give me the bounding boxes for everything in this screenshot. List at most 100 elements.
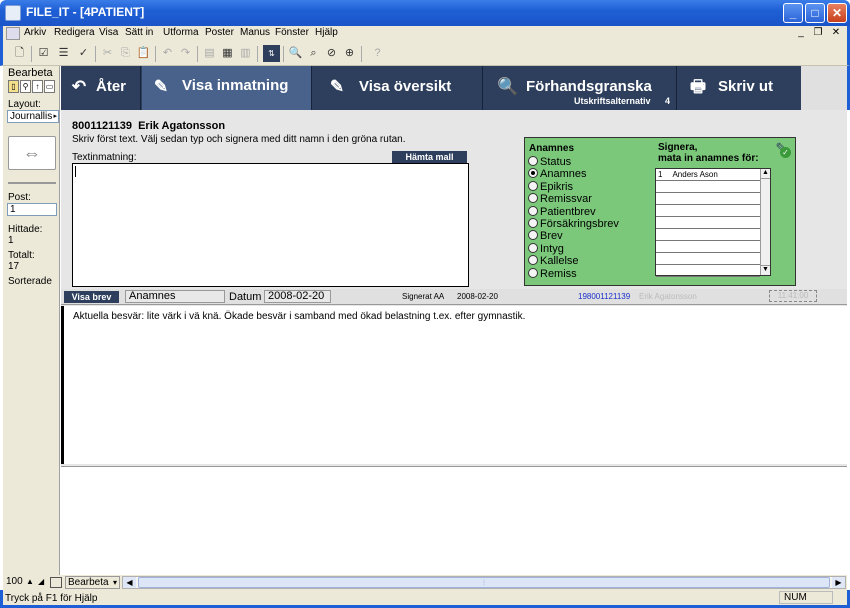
- radio-dot-icon: [528, 218, 538, 228]
- zoom-level[interactable]: 100: [6, 576, 23, 587]
- record-content[interactable]: Aktuella besvär: lite värk i vä knä. Öka…: [61, 306, 847, 464]
- tab-forhandsgranska[interactable]: 🔍 Förhandsgranska Utskriftsalternativ 4: [484, 66, 677, 110]
- undo-icon[interactable]: ↶: [159, 45, 176, 62]
- record-type-field[interactable]: Anamnes: [125, 290, 225, 303]
- scroll-down-icon[interactable]: ▼: [761, 265, 770, 275]
- layout-select[interactable]: Journallis ▸: [7, 110, 59, 123]
- type-radio-remissvar[interactable]: Remissvar: [528, 193, 592, 206]
- signer-row[interactable]: 1 Anders Ason: [656, 169, 760, 181]
- find-all-icon[interactable]: ⌕: [305, 45, 322, 62]
- menu-visa[interactable]: Visa: [99, 27, 118, 38]
- status-toggle-icon[interactable]: [50, 577, 62, 588]
- radio-dot-icon: [528, 193, 538, 204]
- tab-visa-oversikt[interactable]: ✎ Visa översikt: [313, 66, 483, 110]
- check-records-icon[interactable]: ☰: [55, 45, 72, 62]
- content-text: Aktuella besvär: lite värk i vä knä. Öka…: [73, 311, 526, 322]
- find-icon[interactable]: 🔍: [287, 45, 304, 62]
- signer-row[interactable]: [656, 205, 760, 217]
- checkbox-icon[interactable]: ☑: [35, 45, 52, 62]
- scroll-left-icon[interactable]: ◀: [123, 577, 136, 588]
- zoom-in-icon[interactable]: ◢: [38, 577, 48, 588]
- signer-row[interactable]: [656, 229, 760, 241]
- menu-fonster[interactable]: Fönster: [275, 27, 309, 38]
- maximize-button[interactable]: □: [805, 3, 825, 23]
- sign-heading: Signera, mata in anamnes för:: [658, 142, 759, 164]
- layout-mode-icon[interactable]: ↑: [32, 80, 43, 93]
- sort-icon[interactable]: ⇅: [263, 45, 280, 62]
- time-field: 11:41:00: [769, 290, 817, 302]
- menu-poster[interactable]: Poster: [205, 27, 234, 38]
- signer-row[interactable]: [656, 265, 760, 277]
- patient-header: 8001121139 Erik Agatonsson: [72, 120, 226, 132]
- radio-dot-icon: [528, 230, 538, 241]
- paste-icon[interactable]: 📋: [135, 45, 152, 62]
- scroll-up-icon[interactable]: ▲: [761, 169, 770, 179]
- signer-list[interactable]: 1 Anders Ason ▲ ▼: [655, 168, 771, 277]
- minimize-button[interactable]: _: [783, 3, 803, 23]
- cut-icon[interactable]: ✂: [99, 45, 116, 62]
- redo-icon[interactable]: ↷: [177, 45, 194, 62]
- menu-arkiv[interactable]: Arkiv: [24, 27, 46, 38]
- hamta-mall-button[interactable]: Hämta mall: [392, 151, 467, 163]
- mode-popup[interactable]: Bearbeta ▾: [65, 576, 120, 589]
- back-button[interactable]: ↶ Åter: [61, 66, 141, 110]
- type-radio-remiss[interactable]: Remiss: [528, 267, 577, 281]
- document-icon[interactable]: [6, 27, 20, 40]
- help-icon[interactable]: ?: [369, 45, 386, 62]
- record-book-icon[interactable]: ⇔: [8, 136, 56, 170]
- post-label: Post:: [8, 192, 31, 203]
- post-input[interactable]: 1: [7, 203, 57, 216]
- find-mode-icon[interactable]: ⚲: [20, 80, 31, 93]
- type-radio-försäkringsbrev[interactable]: Försäkringsbrev: [528, 218, 619, 231]
- menu-bar: Arkiv Redigera Visa Sätt in Utforma Post…: [0, 26, 850, 42]
- visa-brev-button[interactable]: Visa brev: [64, 291, 119, 303]
- type-radio-anamnes[interactable]: Anamnes: [528, 168, 586, 181]
- new-document-icon[interactable]: 🗋: [11, 45, 28, 62]
- type-radio-status[interactable]: Status: [528, 156, 571, 169]
- type-radio-patientbrev[interactable]: Patientbrev: [528, 205, 596, 219]
- mdi-minimize-icon[interactable]: _: [794, 27, 808, 40]
- record-slider[interactable]: [8, 182, 56, 184]
- browse-mode-icon[interactable]: ▯: [8, 80, 19, 93]
- signer-num: 1: [658, 170, 663, 179]
- new-record-icon[interactable]: ▤: [201, 45, 218, 62]
- scroll-thumb[interactable]: ⦙: [138, 577, 830, 588]
- type-radio-brev[interactable]: Brev: [528, 230, 563, 243]
- mdi-close-icon[interactable]: ✕: [829, 27, 843, 40]
- sign-check-icon[interactable]: ✎✓: [771, 140, 791, 160]
- signer-list-scrollbar[interactable]: ▲ ▼: [760, 169, 770, 275]
- signer-row[interactable]: [656, 241, 760, 253]
- radio-label: Epikris: [540, 180, 574, 193]
- duplicate-record-icon[interactable]: ▦: [219, 45, 236, 62]
- signer-row[interactable]: [656, 181, 760, 193]
- delete-record-icon[interactable]: ▥: [237, 45, 254, 62]
- status-area: Bearbeta ▯ ⚲ ↑ ▭ Layout: Journallis ▸ ⇔ P…: [3, 66, 60, 575]
- radio-dot-icon: [528, 255, 538, 266]
- close-button[interactable]: ✕: [827, 3, 847, 23]
- menu-manus[interactable]: Manus: [240, 27, 270, 38]
- preview-mode-icon[interactable]: ▭: [44, 80, 55, 93]
- menu-redigera[interactable]: Redigera: [54, 27, 95, 38]
- menu-utforma[interactable]: Utforma: [163, 27, 199, 38]
- signer-row[interactable]: [656, 217, 760, 229]
- type-radio-epikris[interactable]: Epikris: [528, 180, 574, 194]
- scroll-right-icon[interactable]: ▶: [832, 577, 845, 588]
- tab-visa-inmatning[interactable]: ✎ Visa inmatning: [142, 66, 312, 110]
- type-radio-intyg[interactable]: Intyg: [528, 242, 564, 256]
- horizontal-scrollbar[interactable]: ◀ ⦙ ▶: [122, 576, 846, 589]
- radio-label: Remiss: [540, 267, 577, 280]
- signer-row[interactable]: [656, 193, 760, 205]
- spellcheck-icon[interactable]: ✓: [75, 45, 92, 62]
- menu-hjalp[interactable]: Hjälp: [315, 27, 338, 38]
- signer-row[interactable]: [656, 253, 760, 265]
- show-all-icon[interactable]: ⊕: [341, 45, 358, 62]
- type-radio-kallelse[interactable]: Kallelse: [528, 255, 579, 268]
- menu-satt-in[interactable]: Sätt in: [125, 27, 153, 38]
- skriv-ut-button[interactable]: 🖶 Skriv ut: [678, 66, 801, 110]
- datum-field[interactable]: 2008-02-20: [264, 290, 331, 303]
- zoom-out-icon[interactable]: ▲: [26, 577, 36, 588]
- mdi-restore-icon[interactable]: ❐: [811, 27, 825, 40]
- copy-icon[interactable]: ⎘: [117, 45, 134, 62]
- text-input-area[interactable]: [72, 163, 469, 287]
- omit-icon[interactable]: ⊘: [323, 45, 340, 62]
